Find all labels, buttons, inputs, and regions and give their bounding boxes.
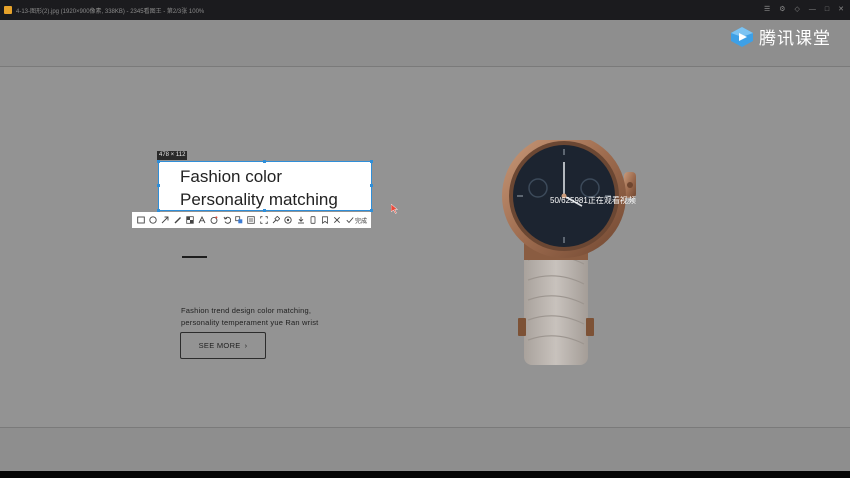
window-controls: ☰ ⚙ ◇ — □ ✕ xyxy=(764,0,844,20)
checkmark-icon xyxy=(346,217,354,224)
maximize-button[interactable]: □ xyxy=(825,0,829,20)
window-title: 4-13-图形(2).jpg (1920×900像素, 338KB) - 234… xyxy=(16,8,205,15)
page-header-band xyxy=(0,20,850,67)
close-button[interactable]: ✕ xyxy=(838,0,844,20)
headline-line-2: Personality matching xyxy=(180,190,338,209)
resize-handle-l[interactable] xyxy=(157,184,160,187)
arrow-tool-icon[interactable] xyxy=(160,214,171,226)
bookmark-tool-icon[interactable] xyxy=(319,214,330,226)
menu-icon[interactable]: ☰ xyxy=(764,0,770,20)
download-tool-icon[interactable] xyxy=(295,214,306,226)
description-line-1: Fashion trend design color matching, xyxy=(181,306,312,315)
smartwatch-image xyxy=(502,140,636,365)
viewer-titlebar: 4-13-图形(2).jpg (1920×900像素, 338KB) - 234… xyxy=(0,0,850,20)
viewer-bottom-strip xyxy=(0,471,850,478)
image-canvas[interactable] xyxy=(0,20,850,471)
text-tool-icon[interactable] xyxy=(196,214,207,226)
live-viewers-overlay: 50/625981正在观看视频 xyxy=(550,196,636,205)
resize-handle-t[interactable] xyxy=(263,160,266,163)
phone-tool-icon[interactable] xyxy=(307,214,318,226)
mouse-cursor-icon xyxy=(391,204,399,214)
ocr-tool-icon[interactable] xyxy=(246,214,257,226)
skin-icon[interactable]: ◇ xyxy=(795,0,800,20)
screen-record-tool-icon[interactable] xyxy=(258,214,269,226)
screenshot-selection[interactable]: Fashion color Personality matching xyxy=(157,160,373,212)
gif-tool-icon[interactable] xyxy=(283,214,294,226)
resize-handle-tr[interactable] xyxy=(370,160,373,163)
tencent-classroom-watermark: 腾讯课堂 xyxy=(730,24,831,49)
done-label: 完成 xyxy=(355,218,368,225)
headline-line-1: Fashion color xyxy=(180,167,283,186)
description-line-2: personality temperament yue Ran wrist xyxy=(181,318,319,327)
screenshot-toolbar: 完成 xyxy=(132,212,371,228)
done-button[interactable]: 完成 xyxy=(344,214,369,226)
screen: 4-13-图形(2).jpg (1920×900像素, 338KB) - 234… xyxy=(0,0,850,478)
ellipse-tool-icon[interactable] xyxy=(147,214,158,226)
see-more-label: SEE MORE xyxy=(198,341,241,350)
settings-icon[interactable]: ⚙ xyxy=(779,0,785,20)
watermark-text: 腾讯课堂 xyxy=(759,29,831,49)
close-tool-icon[interactable] xyxy=(332,214,343,226)
tencent-classroom-logo-icon xyxy=(731,26,753,47)
resize-handle-r[interactable] xyxy=(370,184,373,187)
image-viewer-app-icon xyxy=(4,6,12,14)
sticker-tool-icon[interactable] xyxy=(209,214,220,226)
translate-tool-icon[interactable] xyxy=(233,214,244,226)
headline-underline xyxy=(182,256,207,258)
page-footer-band xyxy=(0,427,850,471)
undo-tool-icon[interactable] xyxy=(221,214,232,226)
mosaic-tool-icon[interactable] xyxy=(184,214,195,226)
rectangle-tool-icon[interactable] xyxy=(135,214,146,226)
minimize-button[interactable]: — xyxy=(809,0,816,20)
chevron-right-icon: › xyxy=(244,341,248,350)
selection-size-label: 478 × 112 xyxy=(157,151,188,160)
resize-handle-tl[interactable] xyxy=(157,160,160,163)
pin-tool-icon[interactable] xyxy=(270,214,281,226)
see-more-button[interactable]: SEE MORE › xyxy=(180,332,266,359)
pen-tool-icon[interactable] xyxy=(172,214,183,226)
product-description: Fashion trend design color matching, per… xyxy=(181,305,381,329)
